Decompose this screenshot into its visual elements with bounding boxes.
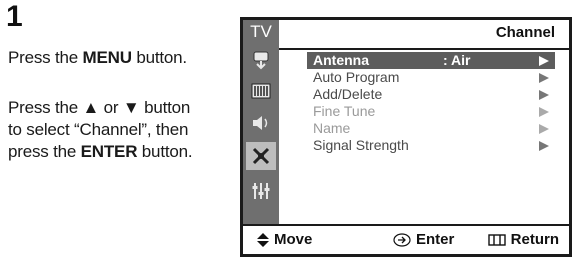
picture-icon[interactable]	[250, 80, 272, 102]
menu-item-name[interactable]: Name	[307, 120, 555, 137]
sidebar-tv-label: TV	[250, 22, 272, 41]
footer-move: Move	[257, 231, 312, 248]
osd-header: Channel	[279, 20, 569, 50]
arrow-right-icon	[539, 56, 549, 66]
arrow-right-icon	[539, 90, 549, 100]
arrow-right-icon	[539, 73, 549, 83]
step-number: 1	[6, 0, 23, 33]
osd-sidebar: TV	[243, 20, 279, 226]
osd-menu-list: Antenna : Air Auto Program Add/Delete Fi…	[279, 52, 569, 154]
menu-item-add-delete[interactable]: Add/Delete	[307, 86, 555, 103]
arrow-right-icon	[539, 141, 549, 151]
footer-return: Return	[487, 231, 559, 248]
instruction-menu: Press the MENU button.	[8, 48, 187, 67]
up-down-arrow-icon	[257, 232, 269, 247]
menu-item-antenna[interactable]: Antenna : Air	[307, 52, 555, 69]
enter-icon	[393, 232, 411, 247]
arrow-right-icon	[539, 107, 549, 117]
channel-icon[interactable]	[246, 142, 276, 170]
menu-item-fine-tune[interactable]: Fine Tune	[307, 103, 555, 120]
return-icon	[487, 234, 506, 246]
antenna-value: : Air	[443, 52, 471, 68]
sound-icon[interactable]	[250, 112, 272, 134]
osd-footer: Move Enter Return	[243, 224, 569, 254]
instruction-select: Press the ▲ or ▼ button to select “Chann…	[8, 98, 193, 161]
footer-enter: Enter	[393, 231, 454, 248]
menu-item-auto-program[interactable]: Auto Program	[307, 69, 555, 86]
tv-osd-panel: TV Channel Antenna: Air Auto Program Ad…	[240, 17, 572, 257]
menu-item-signal-strength[interactable]: Signal Strength	[307, 137, 555, 154]
input-icon[interactable]	[250, 50, 272, 72]
setup-icon[interactable]	[250, 180, 272, 202]
arrow-right-icon	[539, 124, 549, 134]
osd-title: Channel	[495, 24, 555, 41]
enter-key-label: ENTER	[80, 142, 138, 161]
menu-key-label: MENU	[82, 48, 132, 67]
